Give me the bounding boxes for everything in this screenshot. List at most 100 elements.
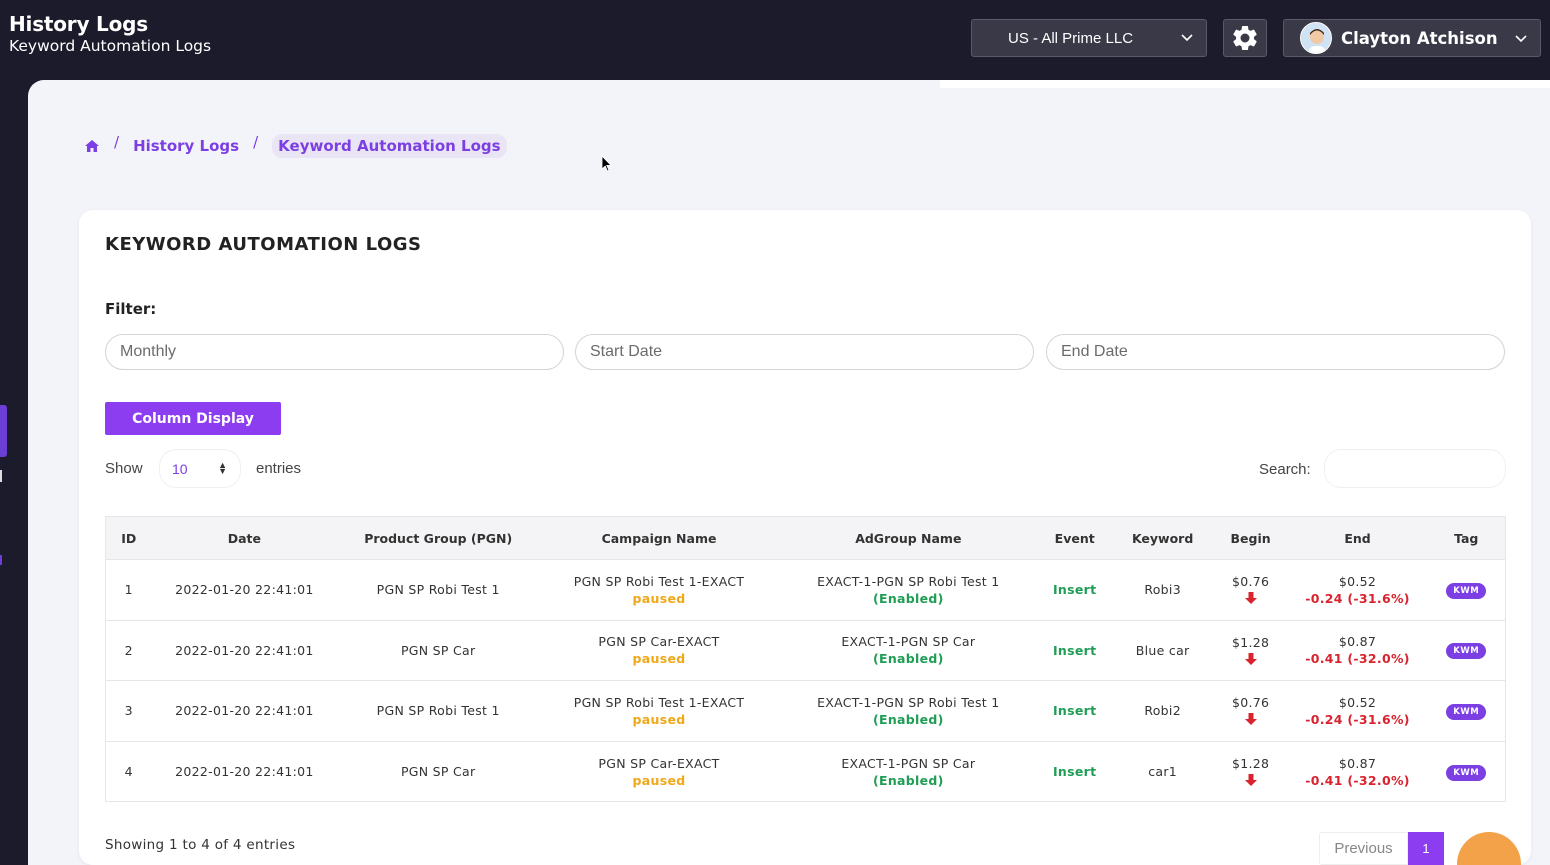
cell-event: Insert	[1037, 620, 1112, 682]
table-row: 1 2022-01-20 22:41:01 PGN SP Robi Test 1…	[105, 559, 1507, 621]
settings-button[interactable]	[1223, 19, 1267, 57]
top-header: History Logs Keyword Automation Logs US …	[0, 0, 1550, 80]
end-value: $0.87	[1338, 755, 1377, 771]
home-icon[interactable]	[84, 139, 100, 153]
begin-value: $0.76	[1231, 695, 1270, 711]
breadcrumb-keyword-automation-logs[interactable]: Keyword Automation Logs	[272, 134, 507, 158]
table-row: 2 2022-01-20 22:41:01 PGN SP Car PGN SP …	[105, 620, 1507, 682]
col-event[interactable]: Event	[1037, 516, 1112, 560]
chevron-down-icon	[1515, 35, 1527, 43]
cell-event: Insert	[1037, 559, 1112, 621]
app-title: History Logs	[9, 12, 148, 36]
account-select-label: US - All Prime LLC	[1008, 29, 1134, 47]
table-row: 4 2022-01-20 22:41:01 PGN SP Car PGN SP …	[105, 741, 1507, 803]
campaign-name: PGN SP Car-EXACT	[598, 634, 720, 650]
col-keyword[interactable]: Keyword	[1111, 516, 1214, 560]
begin-value: $1.28	[1231, 756, 1270, 772]
end-delta: -0.41 (-32.0%)	[1305, 772, 1410, 788]
cell-id: 4	[105, 741, 152, 803]
search-input[interactable]	[1325, 450, 1505, 487]
cell-event: Insert	[1037, 741, 1112, 803]
cell-adgroup: EXACT-1-PGN SP Robi Test 1 (Enabled)	[778, 559, 1038, 621]
col-pgn[interactable]: Product Group (PGN)	[337, 516, 540, 560]
campaign-status: paused	[632, 772, 686, 788]
column-display-button[interactable]: Column Display	[105, 402, 281, 435]
period-filter-input[interactable]	[105, 334, 564, 370]
adgroup-name: EXACT-1-PGN SP Car	[841, 634, 976, 650]
breadcrumb-history-logs[interactable]: History Logs	[133, 137, 239, 155]
filter-label: Filter:	[105, 300, 157, 318]
cell-begin: $0.76	[1213, 680, 1288, 742]
campaign-status: paused	[632, 711, 686, 727]
cell-adgroup: EXACT-1-PGN SP Robi Test 1 (Enabled)	[778, 680, 1038, 742]
arrow-down-icon	[1244, 592, 1257, 605]
col-id[interactable]: ID	[105, 516, 152, 560]
adgroup-name: EXACT-1-PGN SP Robi Test 1	[817, 694, 1000, 710]
table-header-row: ID Date Product Group (PGN) Campaign Nam…	[105, 516, 1507, 560]
col-adgroup[interactable]: AdGroup Name	[778, 516, 1038, 560]
cell-campaign: PGN SP Robi Test 1-EXACT paused	[539, 680, 779, 742]
user-menu-button[interactable]: Clayton Atchison	[1283, 19, 1541, 57]
cell-event: Insert	[1037, 680, 1112, 742]
cell-pgn: PGN SP Car	[337, 620, 540, 682]
cell-date: 2022-01-20 22:41:01	[151, 680, 338, 742]
campaign-name: PGN SP Robi Test 1-EXACT	[573, 694, 745, 710]
cell-begin: $0.76	[1213, 559, 1288, 621]
cell-id: 3	[105, 680, 152, 742]
campaign-name: PGN SP Robi Test 1-EXACT	[573, 573, 745, 589]
cell-campaign: PGN SP Car-EXACT paused	[539, 741, 779, 803]
cell-tag: KWM	[1427, 620, 1507, 682]
breadcrumb-separator: /	[114, 133, 120, 151]
begin-value: $0.76	[1231, 574, 1270, 590]
cell-date: 2022-01-20 22:41:01	[151, 559, 338, 621]
col-campaign[interactable]: Campaign Name	[539, 516, 779, 560]
sidebar-active-indicator[interactable]	[0, 405, 7, 457]
start-date-input[interactable]	[575, 334, 1034, 370]
cell-begin: $1.28	[1213, 620, 1288, 682]
end-delta: -0.24 (-31.6%)	[1305, 590, 1410, 606]
end-value: $0.52	[1338, 573, 1377, 589]
col-end[interactable]: End	[1287, 516, 1428, 560]
end-delta: -0.24 (-31.6%)	[1305, 711, 1410, 727]
campaign-status: paused	[632, 590, 686, 606]
entries-label: entries	[256, 460, 302, 477]
cell-pgn: PGN SP Car	[337, 741, 540, 803]
arrow-down-icon	[1244, 652, 1257, 665]
adgroup-status: (Enabled)	[872, 651, 944, 667]
col-date[interactable]: Date	[151, 516, 338, 560]
account-select[interactable]: US - All Prime LLC	[971, 19, 1207, 57]
card-title: KEYWORD AUTOMATION LOGS	[105, 234, 422, 255]
begin-value: $1.28	[1231, 634, 1270, 650]
adgroup-name: EXACT-1-PGN SP Car	[841, 755, 976, 771]
col-tag[interactable]: Tag	[1427, 516, 1507, 560]
sort-arrows-icon: ▲ ▼	[218, 460, 227, 476]
cell-tag: KWM	[1427, 680, 1507, 742]
cell-adgroup: EXACT-1-PGN SP Car (Enabled)	[778, 741, 1038, 803]
tag-badge: KWM	[1446, 582, 1487, 599]
sidebar-marker	[0, 555, 2, 565]
end-value: $0.87	[1338, 634, 1377, 650]
campaign-status: paused	[632, 651, 686, 667]
col-begin[interactable]: Begin	[1213, 516, 1288, 560]
tag-badge: KWM	[1446, 643, 1487, 660]
breadcrumb-separator: /	[253, 133, 259, 151]
chevron-down-icon	[1181, 34, 1193, 42]
cell-date: 2022-01-20 22:41:01	[151, 620, 338, 682]
cell-end: $0.52 -0.24 (-31.6%)	[1287, 559, 1428, 621]
cell-keyword: car1	[1111, 741, 1214, 803]
pagination-page-1[interactable]: 1	[1408, 832, 1444, 865]
cell-keyword: Blue car	[1111, 620, 1214, 682]
cell-end: $0.87 -0.41 (-32.0%)	[1287, 741, 1428, 803]
cell-pgn: PGN SP Robi Test 1	[337, 559, 540, 621]
pagination-previous[interactable]: Previous	[1319, 832, 1408, 865]
entries-select[interactable]: 10 ▲ ▼	[160, 450, 240, 487]
end-delta: -0.41 (-32.0%)	[1305, 651, 1410, 667]
gear-icon	[1233, 25, 1257, 50]
cell-tag: KWM	[1427, 741, 1507, 803]
show-label: Show	[105, 460, 143, 477]
arrow-down-icon	[1244, 713, 1257, 726]
adgroup-name: EXACT-1-PGN SP Robi Test 1	[817, 573, 1000, 589]
cell-date: 2022-01-20 22:41:01	[151, 741, 338, 803]
end-value: $0.52	[1338, 694, 1377, 710]
end-date-input[interactable]	[1046, 334, 1505, 370]
